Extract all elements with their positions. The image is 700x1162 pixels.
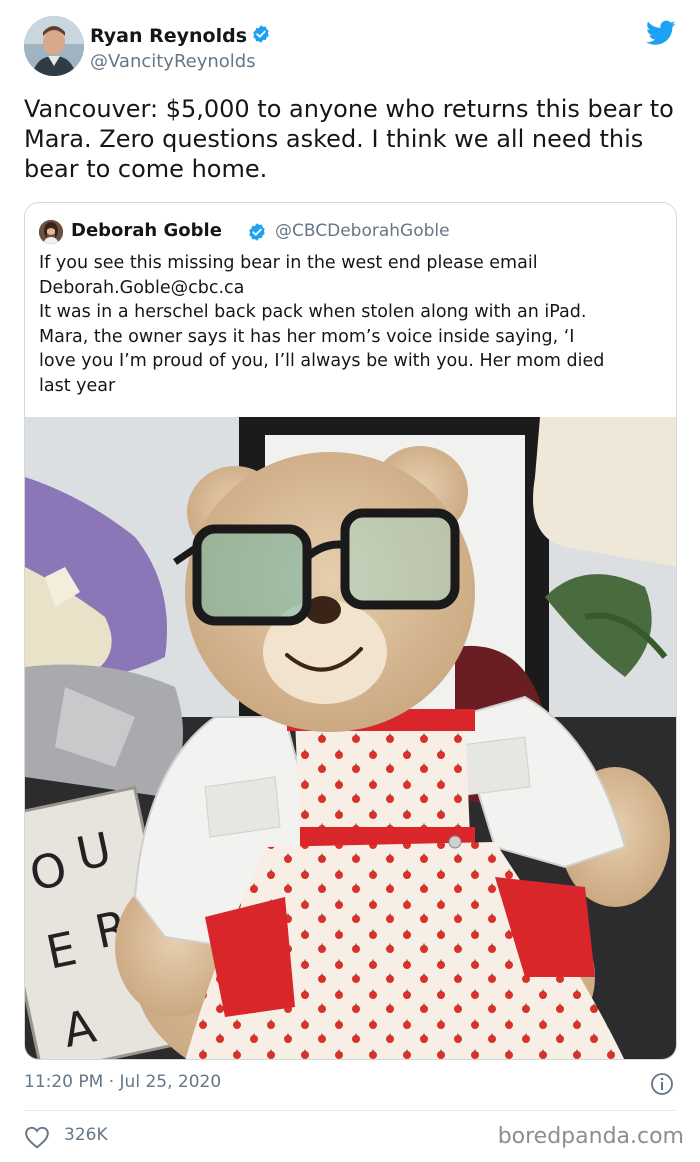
twitter-bird-icon[interactable] — [646, 20, 676, 46]
author-name-text[interactable]: Ryan Reynolds — [90, 25, 247, 47]
quoted-text-line: It was in a herschel back pack when stol… — [39, 302, 587, 322]
verified-badge-icon — [253, 25, 269, 43]
verified-badge-icon — [249, 223, 265, 241]
quoted-author-avatar[interactable] — [39, 220, 63, 244]
quoted-display-name[interactable]: Deborah Goble — [71, 220, 222, 241]
info-icon[interactable] — [650, 1072, 674, 1096]
tweet-header: Ryan Reynolds @VancityReynolds — [24, 14, 676, 84]
quoted-text-email[interactable]: Deborah.Goble@cbc.ca — [39, 276, 667, 301]
quoted-text-line: last year — [39, 375, 116, 396]
quoted-text-line: If you see this missing bear in the west… — [39, 253, 538, 273]
like-count: 326K — [64, 1125, 108, 1145]
tweet-text: Vancouver: $5,000 to anyone who returns … — [24, 95, 674, 183]
teddy-bear-photo[interactable]: O U E R A — [25, 417, 677, 1060]
divider — [24, 1110, 676, 1111]
author-display-name[interactable]: Ryan Reynolds — [90, 24, 271, 47]
quoted-tweet-card[interactable]: Deborah Goble @CBCDeborahGoble If you se… — [24, 202, 677, 1060]
quoted-handle[interactable]: @CBCDeborahGoble — [275, 221, 450, 241]
source-watermark: boredpanda.com — [497, 1124, 684, 1149]
heart-icon[interactable] — [24, 1125, 50, 1149]
quoted-tweet-text: If you see this missing bear in the west… — [39, 251, 667, 398]
author-avatar[interactable] — [24, 16, 84, 76]
quoted-text-line: love you I’m proud of you, I’ll always b… — [39, 351, 605, 371]
quoted-text-line: Mara, the owner says it has her mom’s vo… — [39, 326, 575, 347]
author-handle[interactable]: @VancityReynolds — [90, 51, 256, 72]
tweet-timestamp[interactable]: 11:20 PM · Jul 25, 2020 — [24, 1072, 221, 1092]
